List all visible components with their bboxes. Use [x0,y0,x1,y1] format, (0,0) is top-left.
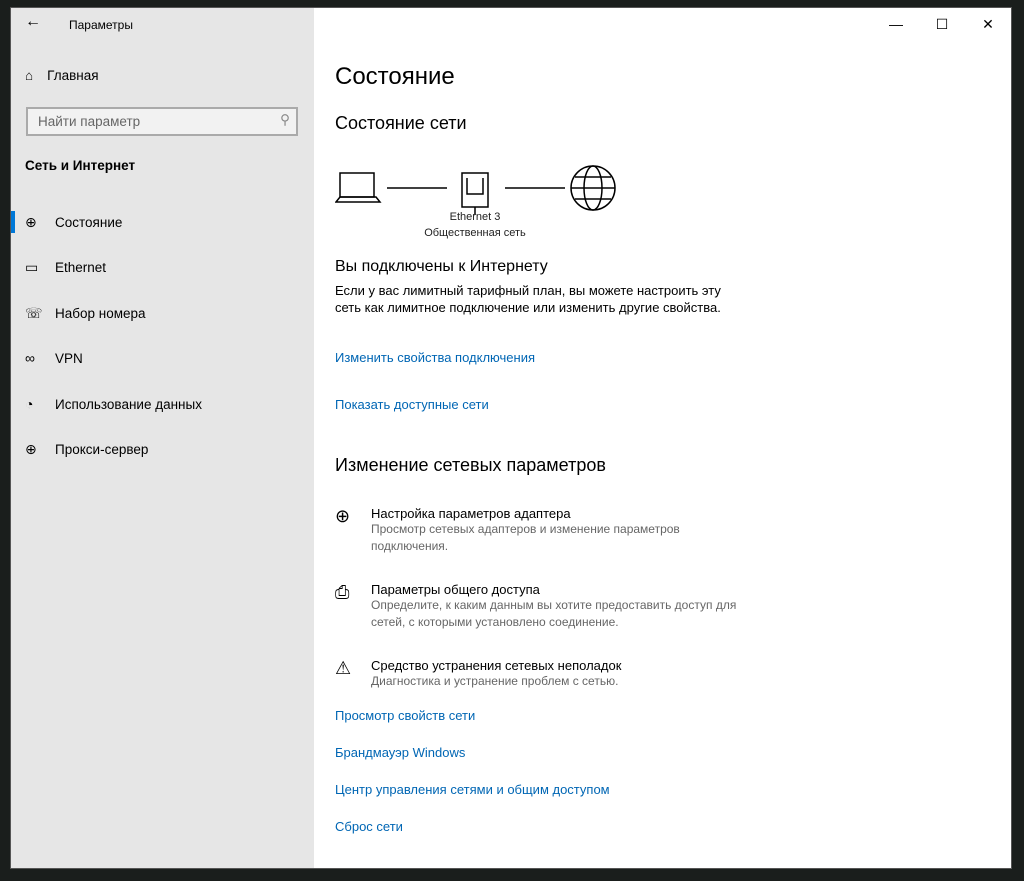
nav-label: Набор номера [55,305,146,321]
show-available-networks-link[interactable]: Показать доступные сети [335,397,489,412]
data-usage-icon: ◔ [25,396,34,412]
sidebar-item-data-usage[interactable]: ◔ Использование данных [11,386,314,422]
option-desc: Определите, к каким данным вы хотите пре… [371,598,737,629]
change-settings-heading: Изменение сетевых параметров [335,455,606,475]
option-title: Настройка параметров адаптера [371,506,571,521]
warning-icon: ⚠ [335,658,352,678]
nav-label: Состояние [55,214,123,230]
ethernet-icon: ▭ [25,258,39,275]
sidebar-item-vpn[interactable]: ∞ VPN [11,340,314,376]
vpn-icon: ∞ [25,350,35,366]
sidebar-home[interactable]: ⌂ Главная [25,68,99,83]
nav-label: Использование данных [55,396,202,412]
adapter-options-item[interactable]: ⊕ Настройка параметров адаптера Просмотр с… [335,506,751,555]
sidebar-item-status[interactable]: ⊕ Состояние [11,204,314,240]
dialup-icon: ☏ [25,304,43,321]
page-title: Состояние [335,63,455,90]
nav-label: Прокси-сервер [55,441,149,457]
window-title: Параметры [69,18,133,32]
search-placeholder: Найти параметр [38,114,141,129]
sidebar-item-dialup[interactable]: ☏ Набор номера [11,295,314,331]
close-button[interactable]: ✕ [965,8,1011,40]
option-desc: Диагностика и устранение проблем с сетью… [371,674,619,688]
connected-description: Если у вас лимитный тарифный план, вы мо… [335,283,721,315]
view-network-properties-link[interactable]: Просмотр свойств сети [335,708,475,723]
globe-icon: ⊕ [25,440,37,457]
option-title: Средство устранения сетевых неполадок [371,658,622,673]
sidebar-item-ethernet[interactable]: ▭ Ethernet [11,249,314,285]
option-desc: Просмотр сетевых адаптеров и изменение п… [371,522,680,553]
internet-globe-icon [570,165,616,211]
sharing-icon: ⎙ [335,582,350,602]
settings-window: ← Параметры ⌂ Главная Найти параметр ⚲ Сет… [10,7,1012,869]
status-icon: ⊕ [25,213,37,230]
network-status-heading: Состояние сети [335,113,467,133]
sharing-options-item[interactable]: ⎙ Параметры общего доступа Определите, к к… [335,582,751,631]
search-icon: ⚲ [280,112,290,127]
nav-label: VPN [55,350,83,366]
section-heading: Сеть и Интернет [25,158,136,173]
network-sharing-center-link[interactable]: Центр управления сетями и общим доступом [335,782,610,797]
adapter-icon: ⊕ [335,506,351,526]
network-type: Общественная сеть [424,227,526,239]
troubleshooter-item[interactable]: ⚠ Средство устранения сетевых неполадок Ди… [335,658,751,690]
sidebar-item-proxy[interactable]: ⊕ Прокси-сервер [11,431,314,467]
search-input[interactable]: Найти параметр ⚲ [26,107,298,136]
change-connection-properties-link[interactable]: Изменить свойства подключения [335,350,535,365]
connected-heading: Вы подключены к Интернету [335,258,548,275]
ethernet-port-icon [461,172,489,215]
option-title: Параметры общего доступа [371,582,540,597]
content: — ☐ ✕ Состояние Состояние сети Ethernet … [314,8,1011,868]
maximize-button[interactable]: ☐ [919,8,965,40]
minimize-button[interactable]: — [873,8,919,40]
network-reset-link[interactable]: Сброс сети [335,819,403,834]
sidebar: ← Параметры ⌂ Главная Найти параметр ⚲ Сет… [11,8,314,868]
nav-label: Ethernet [55,259,107,275]
windows-firewall-link[interactable]: Брандмауэр Windows [335,745,465,760]
laptop-icon [334,172,382,203]
home-label: Главная [47,68,99,83]
network-diagram-graphic [334,165,616,215]
adapter-name: Ethernet 3 [449,211,501,223]
back-arrow-icon[interactable]: ← [25,13,41,31]
home-icon: ⌂ [25,68,34,83]
